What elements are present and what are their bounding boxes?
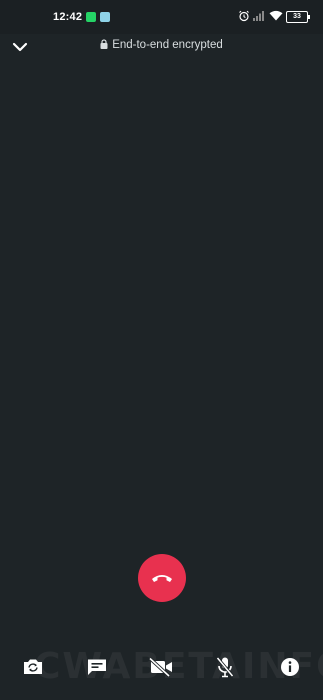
signal-icon [253,11,264,21]
mic-off-icon [216,656,234,678]
end-call-icon [152,575,172,582]
lock-icon [100,39,108,49]
whatsapp-icon [86,12,96,22]
switch-camera-button[interactable] [18,652,48,682]
end-call-button[interactable] [138,554,186,602]
encryption-text: End-to-end encrypted [112,39,223,51]
call-controls [0,644,323,690]
encryption-notice: End-to-end encrypted [0,39,323,51]
status-bar: 12:42 33 [0,0,323,34]
info-button[interactable] [275,652,305,682]
message-button[interactable] [82,652,112,682]
mute-button[interactable] [210,652,240,682]
message-icon [88,659,106,675]
wifi-icon [269,10,283,21]
video-call-screen: 12:42 33 End-to-end encrypted CWABETAINF… [0,0,323,700]
alarm-icon [239,10,249,22]
battery-icon: 33 [286,11,310,23]
video-toggle-button[interactable] [146,652,176,682]
camera-switch-icon [24,659,42,674]
status-indicators: 33 [238,10,310,24]
call-header: End-to-end encrypted [0,34,323,60]
info-icon [281,658,299,676]
video-off-icon [148,657,172,677]
status-time: 12:42 [53,11,83,23]
message-icon [100,12,110,22]
